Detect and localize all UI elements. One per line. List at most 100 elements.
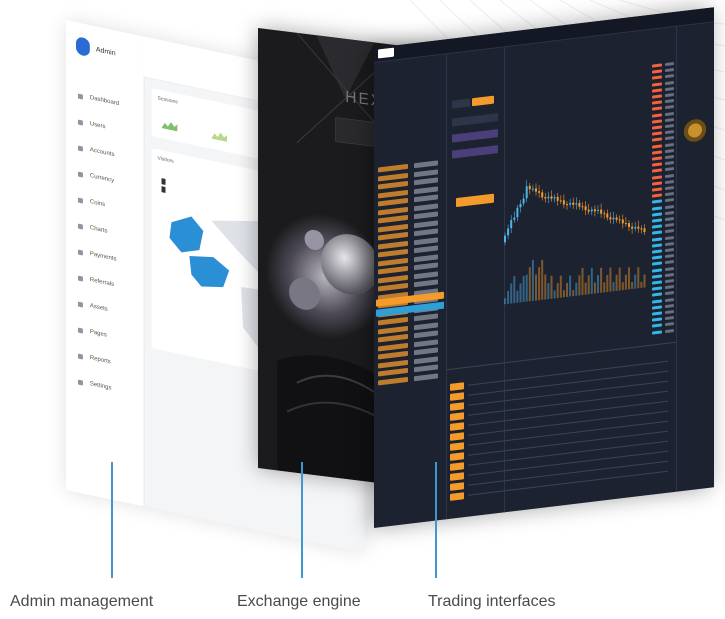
exchange-engine-caption: Exchange engine — [237, 593, 361, 610]
candle-body — [612, 217, 615, 220]
volume-bar — [597, 275, 599, 294]
volume-bar — [559, 275, 562, 298]
candle-body — [535, 188, 537, 192]
volume-bar — [643, 274, 646, 288]
price-chart — [504, 180, 646, 305]
candle-body — [640, 228, 643, 230]
candle-body — [621, 219, 624, 224]
volume-bar — [628, 267, 630, 290]
candle-body — [504, 235, 506, 243]
volume-bar — [525, 274, 528, 302]
admin-logo-icon — [75, 36, 90, 58]
candle-body — [556, 196, 559, 201]
volume-bar — [566, 282, 568, 297]
candle-body — [572, 202, 575, 205]
volume-bar — [550, 275, 553, 299]
menu-item-icon — [77, 379, 83, 386]
volume-bar — [538, 267, 541, 301]
volume-bar — [587, 275, 590, 295]
sparkline-icon — [211, 129, 227, 142]
volume-bar — [575, 282, 578, 296]
menu-item-icon — [77, 197, 83, 204]
menu-item-icon — [77, 119, 83, 126]
volume-bar — [621, 282, 624, 291]
candle-body — [590, 209, 593, 212]
volume-bar — [522, 275, 525, 303]
volume-bar — [531, 259, 534, 302]
candle-body — [615, 217, 618, 220]
candle-body — [618, 219, 621, 221]
menu-item-icon — [77, 145, 83, 152]
candle-body — [628, 222, 630, 228]
volume-bar — [513, 276, 516, 304]
candle-body — [584, 206, 587, 211]
volume-bar — [541, 259, 544, 300]
volume-bar — [609, 267, 612, 292]
candle-body — [569, 202, 572, 205]
volume-bar — [615, 274, 618, 292]
candle-body — [507, 228, 510, 236]
volume-bar — [634, 274, 637, 289]
volume-bar — [618, 267, 621, 291]
candle-body — [603, 213, 606, 215]
admin-management-caption: Admin management — [10, 593, 154, 610]
menu-item-icon — [77, 223, 83, 230]
menu-item-icon — [77, 301, 83, 308]
volume-bar — [553, 290, 556, 299]
candle-body — [566, 203, 568, 206]
candle-body — [634, 226, 637, 229]
admin-brand: Admin — [75, 36, 116, 62]
volume-bar — [562, 290, 565, 298]
menu-item-icon — [77, 93, 83, 100]
candle-body — [609, 217, 612, 220]
volume-bar — [516, 290, 519, 303]
menu-item-icon — [77, 249, 83, 256]
volume-bar — [578, 275, 581, 296]
sparkline-icon — [162, 118, 178, 131]
candle-body — [544, 196, 547, 199]
admin-callout-line — [111, 462, 113, 578]
candle-body — [516, 207, 519, 218]
candle-body — [587, 209, 590, 212]
candle-body — [519, 203, 522, 208]
candle-body — [578, 202, 581, 207]
candle-body — [547, 196, 550, 199]
volume-bar — [519, 283, 522, 303]
candle-body — [562, 200, 565, 205]
volume-bar — [504, 298, 506, 305]
candle-body — [581, 206, 584, 208]
volume-bar — [612, 282, 615, 292]
menu-item-icon — [77, 353, 83, 360]
trading-interfaces-caption: Trading interfaces — [428, 593, 556, 610]
candle-body — [510, 220, 513, 229]
candle-body — [575, 203, 578, 205]
candle-body — [553, 197, 556, 199]
volume-bar — [640, 281, 643, 289]
candle-body — [541, 192, 544, 198]
candle-body — [559, 200, 562, 202]
menu-item-icon — [77, 275, 83, 282]
volume-bar — [572, 289, 575, 297]
menu-item-icon — [77, 171, 83, 178]
candle-body — [525, 186, 528, 199]
volume-bar — [637, 267, 640, 289]
menu-item-icon — [77, 327, 83, 334]
volume-bar — [535, 274, 537, 301]
trading-interface-screen — [374, 7, 714, 528]
candle-body — [631, 226, 634, 229]
volume-bar — [569, 275, 572, 297]
admin-menu: Dashboard Users Accounts Currency Coins … — [77, 83, 119, 404]
admin-brand-name: Admin — [95, 45, 116, 57]
stats-card-label: Sessions — [157, 95, 178, 106]
engine-callout-line — [301, 462, 303, 578]
volume-bar — [556, 282, 559, 299]
admin-sidebar: Admin Dashboard Users Accounts Currency … — [66, 20, 145, 507]
candle-body — [593, 209, 596, 212]
volume-bar — [544, 274, 547, 300]
candle-body — [637, 226, 640, 229]
volume-bar — [584, 282, 587, 295]
candle-body — [513, 217, 516, 220]
candle-body — [597, 209, 599, 212]
candle-body — [550, 196, 553, 199]
volume-bar — [528, 267, 531, 302]
